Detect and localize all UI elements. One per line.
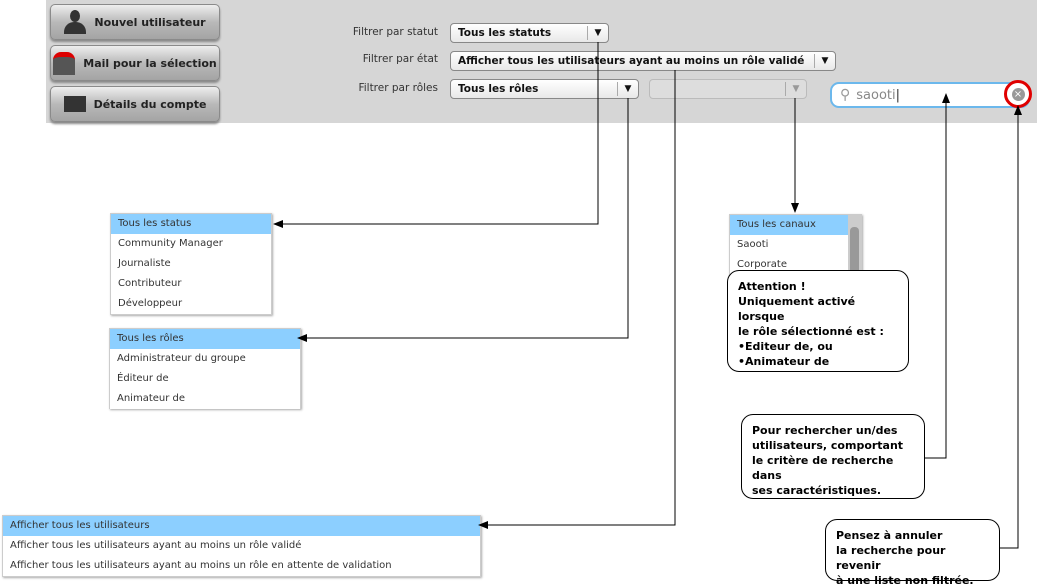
- list-item[interactable]: Journaliste: [111, 254, 271, 274]
- mail-selection-button[interactable]: Mail pour la sélection: [50, 45, 220, 81]
- state-select-value: Afficher tous les utilisateurs ayant au …: [458, 55, 805, 67]
- list-item[interactable]: Animateur de: [110, 389, 300, 409]
- callout-line: Pour rechercher un/des: [752, 424, 898, 437]
- state-filter-label: Filtrer par état: [362, 53, 438, 65]
- list-item[interactable]: Afficher tous les utilisateurs: [3, 516, 480, 536]
- list-item[interactable]: Contributeur: [111, 274, 271, 294]
- roles-filter-label: Filtrer par rôles: [358, 82, 438, 94]
- callout-line: Attention !: [738, 280, 806, 293]
- state-dropdown-list: Afficher tous les utilisateurs Afficher …: [2, 515, 481, 577]
- list-item[interactable]: Community Manager: [111, 234, 271, 254]
- callout-line: la recherche pour revenir: [836, 544, 946, 572]
- list-item[interactable]: Tous les canaux: [730, 215, 861, 235]
- account-details-label: Détails du compte: [93, 97, 207, 111]
- callout-line: utilisateurs, comportant: [752, 439, 904, 452]
- account-details-button[interactable]: Détails du compte: [50, 86, 220, 122]
- list-item[interactable]: Afficher tous les utilisateurs ayant au …: [3, 556, 480, 576]
- new-user-button[interactable]: Nouvel utilisateur: [50, 4, 220, 40]
- mail-icon: [53, 51, 76, 75]
- attention-callout: Attention ! Uniquement activé lorsque le…: [727, 270, 909, 372]
- status-dropdown-list: Tous les status Community Manager Journa…: [110, 213, 272, 315]
- channel-select[interactable]: ▼: [649, 79, 807, 99]
- callout-line: •Animateur de: [738, 355, 830, 368]
- status-select[interactable]: Tous les statuts ▼: [450, 23, 609, 43]
- list-item[interactable]: Saooti: [730, 235, 861, 255]
- roles-dropdown-list: Tous les rôles Administrateur du groupe …: [109, 328, 301, 409]
- search-connector: [925, 93, 950, 459]
- list-item[interactable]: Tous les rôles: [110, 329, 300, 349]
- clear-search-button[interactable]: ×: [1004, 80, 1032, 108]
- user-silhouette-icon: [64, 10, 87, 34]
- search-icon: ⚲: [840, 87, 851, 103]
- chevron-down-icon: ▼: [785, 82, 806, 96]
- status-select-value: Tous les statuts: [458, 27, 552, 39]
- list-item[interactable]: Éditeur de: [110, 369, 300, 389]
- search-help-callout: Pour rechercher un/des utilisateurs, com…: [741, 414, 925, 499]
- list-item[interactable]: Administrateur du groupe: [110, 349, 300, 369]
- list-item[interactable]: Afficher tous les utilisateurs ayant au …: [3, 536, 480, 556]
- roles-select[interactable]: Tous les rôles ▼: [450, 79, 639, 99]
- chevron-down-icon: ▼: [587, 26, 608, 40]
- callout-line: Uniquement activé lorsque: [738, 295, 856, 323]
- state-connector: [478, 70, 676, 529]
- mail-selection-label: Mail pour la sélection: [83, 56, 217, 70]
- callout-line: Pensez à annuler: [836, 529, 943, 542]
- callout-line: le rôle sélectionné est :: [738, 325, 884, 338]
- list-item[interactable]: Tous les status: [111, 214, 271, 234]
- new-user-label: Nouvel utilisateur: [94, 15, 206, 29]
- search-value: saooti: [856, 87, 896, 103]
- callout-line: à une liste non filtrée.: [836, 574, 974, 587]
- callout-line: •Editeur de, ou: [738, 340, 833, 353]
- id-card-icon: [63, 96, 86, 112]
- list-item[interactable]: Développeur: [111, 294, 271, 314]
- chevron-down-icon: ▼: [617, 82, 638, 96]
- roles-select-value: Tous les rôles: [458, 83, 539, 95]
- clear-connector: [1000, 105, 1022, 549]
- callout-line: le critère de recherche dans: [752, 454, 894, 482]
- roles-connector: [297, 98, 629, 342]
- chevron-down-icon: ▼: [814, 54, 835, 68]
- status-filter-label: Filtrer par statut: [352, 26, 438, 38]
- callout-line: ses caractéristiques.: [752, 484, 882, 497]
- state-select[interactable]: Afficher tous les utilisateurs ayant au …: [450, 51, 836, 71]
- search-input[interactable]: ⚲ saooti | ×: [830, 80, 1032, 108]
- cancel-search-callout: Pensez à annuler la recherche pour reven…: [825, 519, 1000, 587]
- clear-icon: ×: [1011, 87, 1025, 101]
